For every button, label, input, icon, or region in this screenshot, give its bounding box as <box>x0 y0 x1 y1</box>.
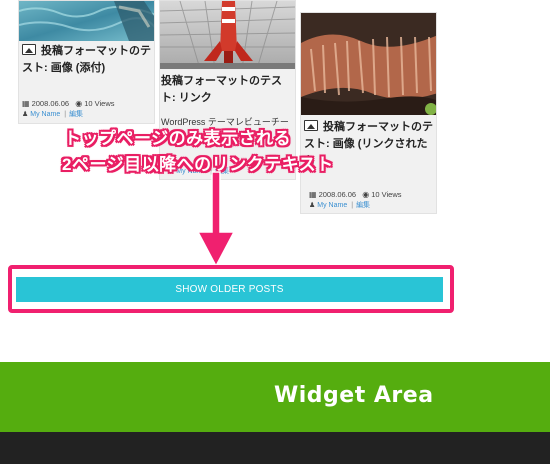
post-meta: ▦ 2008.06.06 ◉ 10 Views <box>309 190 401 200</box>
post-thumbnail[interactable] <box>160 1 295 69</box>
annotation-line-1: トップページのみ表示される <box>64 129 292 148</box>
image-format-icon <box>22 44 36 55</box>
image-format-icon <box>304 120 318 131</box>
post-author: ♟ My Name | 編集 <box>309 201 370 211</box>
pool-water-image <box>19 1 154 41</box>
post-thumbnail[interactable] <box>19 1 154 41</box>
rocket-image <box>160 1 295 69</box>
eye-icon: ◉ <box>75 99 83 108</box>
post-views: 10 Views <box>371 190 402 199</box>
user-icon: ♟ <box>309 202 316 209</box>
post-date: 2008.06.06 <box>31 99 70 108</box>
user-icon: ♟ <box>22 111 29 118</box>
calendar-icon: ▦ <box>22 99 30 108</box>
edit-link[interactable]: 編集 <box>356 202 370 209</box>
post-title-link[interactable]: 投稿フォーマットのテスト: リンク <box>161 75 282 104</box>
post-thumbnail[interactable] <box>301 13 436 115</box>
separator: | <box>64 111 67 118</box>
widget-area-title: Widget Area <box>274 383 434 408</box>
calendar-icon: ▦ <box>309 190 317 199</box>
eye-icon: ◉ <box>362 190 370 199</box>
edit-link[interactable]: 編集 <box>69 111 83 118</box>
rock-texture-image <box>301 13 436 115</box>
post-title[interactable]: 投稿フォーマットのテスト: 画像 (添付) <box>22 43 152 77</box>
post-author: ♟ My Name | 編集 <box>22 110 83 120</box>
post-title-link[interactable]: 投稿フォーマットのテスト: 画像 (添付) <box>22 45 151 74</box>
show-older-posts-button[interactable]: SHOW OLDER POSTS <box>16 277 443 302</box>
post-card: 投稿フォーマットのテスト: 画像 (添付) ▦ 2008.06.06 ◉ 10 Vi… <box>18 0 155 124</box>
post-card: 投稿フォーマットのテスト: 画像 (リンクされたも ▦ 2008.06.06 ◉ 1… <box>300 12 437 214</box>
annotation-arrow <box>196 171 236 268</box>
post-meta: ▦ 2008.06.06 ◉ 10 Views <box>22 99 114 109</box>
footer <box>0 432 550 464</box>
post-views: 10 Views <box>84 99 115 108</box>
separator: | <box>351 202 354 209</box>
author-link[interactable]: My Name <box>317 202 347 209</box>
widget-area: Widget Area <box>0 362 550 432</box>
post-title[interactable]: 投稿フォーマットのテスト: リンク <box>161 73 295 107</box>
post-date: 2008.06.06 <box>318 190 357 199</box>
author-link[interactable]: My Name <box>30 111 60 118</box>
